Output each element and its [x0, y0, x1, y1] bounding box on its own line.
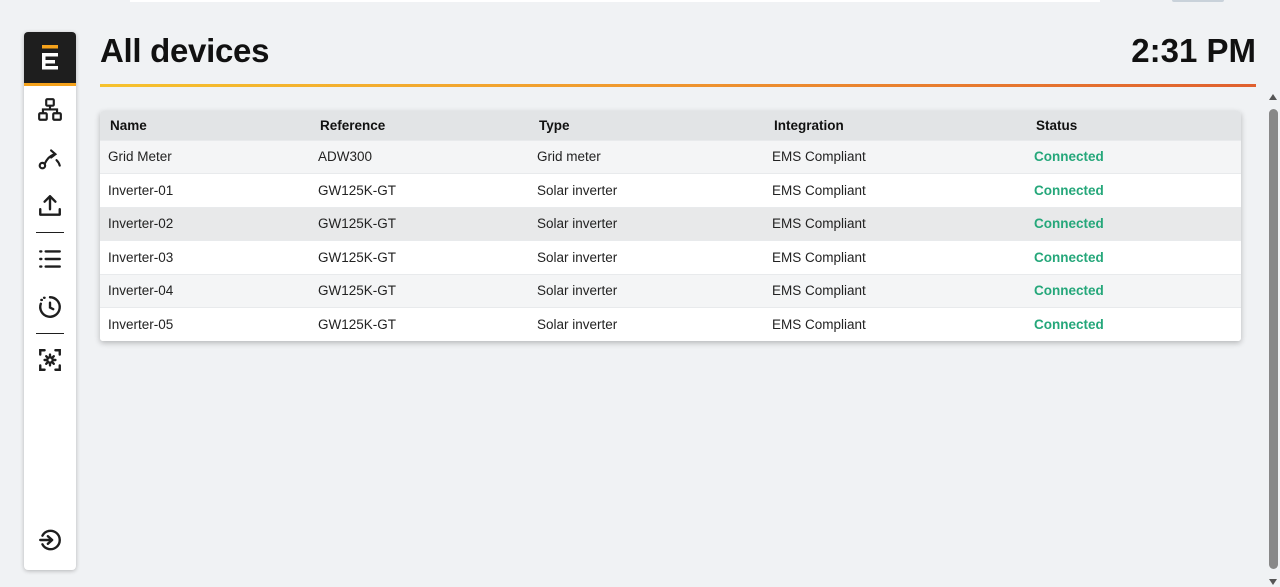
cell-integration: EMS Compliant [772, 283, 866, 299]
cell-reference: GW125K-GT [318, 182, 397, 198]
sidebar-divider [36, 232, 64, 233]
top-bar-tab [1172, 0, 1224, 2]
scan-icon [39, 349, 61, 371]
cell-reference: ADW300 [318, 149, 373, 165]
page-scrollbar[interactable] [1266, 92, 1280, 587]
cell-reference: GW125K-GT [318, 216, 397, 232]
cell-type: Solar inverter [537, 216, 618, 232]
list-icon [39, 250, 61, 268]
cell-integration: EMS Compliant [772, 249, 866, 265]
clock-history-icon [39, 296, 61, 318]
cell-type: Solar inverter [537, 283, 618, 299]
cell-integration: EMS Compliant [772, 149, 866, 165]
page-title: All devices [100, 32, 270, 69]
cell-name: Inverter-02 [108, 216, 174, 232]
table-row[interactable]: Inverter-05 GW125K-GT Solar inverter EMS… [100, 307, 1241, 341]
cell-name: Grid Meter [108, 149, 172, 165]
sidebar-item-logout[interactable] [24, 516, 76, 564]
table-row[interactable]: Inverter-03 GW125K-GT Solar inverter EMS… [100, 240, 1241, 274]
sidebar-item-topology[interactable] [24, 86, 76, 134]
cell-name: Inverter-01 [108, 182, 174, 198]
upload-icon [39, 195, 61, 216]
app-logo[interactable] [24, 32, 76, 86]
cell-name: Inverter-03 [108, 249, 174, 265]
table-row[interactable]: Inverter-02 GW125K-GT Solar inverter EMS… [100, 207, 1241, 241]
cell-type: Grid meter [537, 149, 601, 165]
scrollbar-thumb[interactable] [1269, 109, 1278, 569]
table-row[interactable]: Grid Meter ADW300 Grid meter EMS Complia… [100, 140, 1241, 174]
status-badge: Connected [1034, 249, 1104, 265]
sidebar-item-upload[interactable] [24, 182, 76, 230]
sidebar-item-list[interactable] [24, 235, 76, 283]
column-header-name[interactable]: Name [100, 111, 310, 140]
cell-reference: GW125K-GT [318, 317, 397, 332]
scroll-up-arrow-icon[interactable] [1269, 94, 1277, 100]
cell-integration: EMS Compliant [772, 216, 866, 232]
network-icon [38, 98, 62, 121]
devices-table: Name Reference Type Integration Status G… [100, 111, 1241, 341]
status-badge: Connected [1034, 283, 1104, 299]
cell-type: Solar inverter [537, 182, 618, 198]
table-row[interactable]: Inverter-04 GW125K-GT Solar inverter EMS… [100, 274, 1241, 308]
route-icon [38, 149, 61, 170]
column-header-reference[interactable]: Reference [310, 111, 529, 140]
sidebar [24, 32, 76, 570]
status-badge: Connected [1034, 182, 1104, 198]
sidebar-item-history[interactable] [24, 283, 76, 331]
cell-integration: EMS Compliant [772, 182, 866, 198]
table-header-row: Name Reference Type Integration Status [100, 111, 1241, 140]
address-bar-strip [130, 0, 1100, 2]
scroll-down-arrow-icon[interactable] [1269, 579, 1277, 585]
column-header-type[interactable]: Type [529, 111, 764, 140]
status-badge: Connected [1034, 216, 1104, 232]
cell-type: Solar inverter [537, 249, 618, 265]
logout-icon [39, 529, 61, 551]
status-badge: Connected [1034, 317, 1104, 332]
column-header-integration[interactable]: Integration [764, 111, 1026, 140]
cell-type: Solar inverter [537, 317, 618, 332]
cell-reference: GW125K-GT [318, 283, 397, 299]
cell-reference: GW125K-GT [318, 249, 397, 265]
sidebar-item-route[interactable] [24, 134, 76, 182]
table-row[interactable]: Inverter-01 GW125K-GT Solar inverter EMS… [100, 173, 1241, 207]
clock: 2:31 PM [1131, 32, 1256, 69]
sidebar-divider [36, 333, 64, 334]
title-underline [100, 84, 1256, 87]
cell-name: Inverter-04 [108, 283, 174, 299]
cell-integration: EMS Compliant [772, 317, 866, 332]
sidebar-item-scan[interactable] [24, 336, 76, 384]
column-header-status[interactable]: Status [1026, 111, 1241, 140]
cell-name: Inverter-05 [108, 317, 174, 332]
top-bar [0, 0, 1280, 8]
logo-icon [42, 44, 58, 69]
status-badge: Connected [1034, 149, 1104, 165]
